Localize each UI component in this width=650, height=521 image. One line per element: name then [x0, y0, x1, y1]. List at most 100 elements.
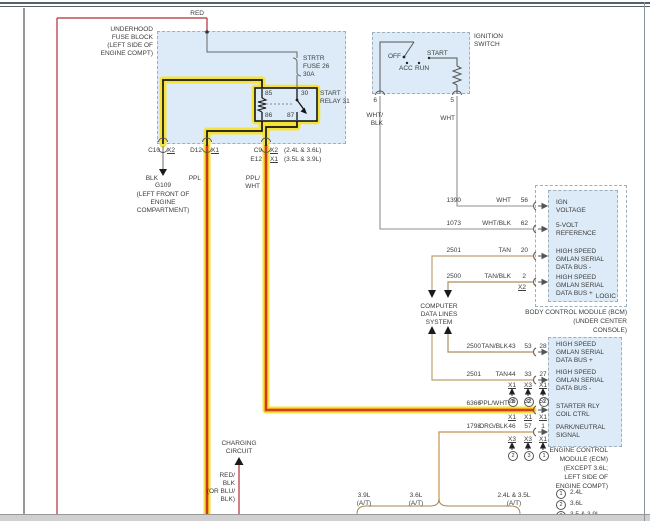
window-right-border	[644, 2, 645, 521]
fuse-block-caption: UNDERHOOD	[110, 26, 153, 34]
highlighted-circuit-orange	[207, 146, 533, 516]
connector-e12-note: (3.5L & 3.9L)	[284, 156, 321, 164]
circuit-num: 1073	[447, 220, 461, 228]
ground-location: COMPARTMENT)	[133, 207, 193, 215]
ecm-row-label: STARTER RLY	[556, 403, 600, 411]
relay-pin-30: 30	[301, 90, 308, 98]
variant-badge: 3	[524, 451, 534, 461]
pin-term: X3	[506, 436, 518, 444]
legend-label: 3.6L	[570, 500, 583, 508]
ecm-caption: MODULE (ECM)	[560, 456, 608, 464]
pin-num: 33	[522, 371, 534, 379]
pin-num: 26	[506, 398, 518, 406]
branch-label: 3.9L	[344, 492, 384, 500]
charging-dest-label: CHARGING	[214, 440, 264, 448]
bcm-row-label: HIGH SPEED	[556, 248, 596, 256]
wire-color: TAN/BLK	[481, 343, 508, 351]
ecm-row-label: DATA BUS -	[556, 385, 591, 393]
bcm-logic-label: LOGIC	[596, 293, 616, 301]
connector-e12: E12	[250, 156, 262, 164]
relay-label: START	[320, 90, 341, 98]
fuse-block-caption: ENGINE COMPT)	[101, 50, 153, 58]
charging-dest-label: CIRCUIT	[214, 448, 264, 456]
ecm-row-label: DATA BUS +	[556, 357, 593, 365]
wire-label-ppl-wht: PPL/	[246, 175, 260, 183]
relay-pin-87: 87	[287, 112, 294, 120]
ecm-row-label: HIGH SPEED	[556, 341, 596, 349]
ecm-row-label: GMLAN SERIAL	[556, 377, 604, 385]
legend-badge: 1	[556, 489, 566, 499]
ecm-row-label: HIGH SPEED	[556, 369, 596, 377]
pin-num: 53	[522, 343, 534, 351]
bcm-row-label: 5-VOLT	[556, 222, 578, 230]
pin-term: X2	[518, 284, 526, 292]
ignition-pin-6: 6	[373, 97, 377, 105]
wire-color: PPL/WHT	[479, 400, 508, 408]
fuse-label: FUSE 26	[303, 63, 329, 71]
pin-num: 1	[537, 423, 549, 431]
ecm-caption: ENGINE CONTROL	[549, 447, 608, 455]
red-feed-wire	[57, 18, 239, 516]
bcm-row-label: HIGH SPEED	[556, 274, 596, 282]
wiring-diagram-canvas[interactable]: RED UNDERHOOD FUSE BLOCK (LEFT SIDE OF E…	[0, 0, 650, 521]
bcm-row-label: DATA BUS -	[556, 264, 591, 272]
pin-term: X1	[506, 382, 518, 390]
circuit-num: 2501	[467, 371, 481, 379]
wire-color: TAN/BLK	[484, 273, 511, 281]
legend-badge: 2	[556, 500, 566, 510]
wire-label-red: RED	[190, 10, 204, 18]
bcm-row-label: VOLTAGE	[556, 207, 586, 215]
ignition-caption: SWITCH	[474, 41, 500, 49]
wire-label-ppl-wht: WHT	[245, 183, 260, 191]
wire-label-red-blk: (OR BLU/	[207, 488, 235, 496]
variant-badge: 1	[539, 451, 549, 461]
ecm-caption: LEFT SIDE OF	[564, 474, 608, 482]
pin-num: 57	[522, 423, 534, 431]
pin-term: X1	[537, 436, 549, 444]
wire-color: TAN	[498, 247, 511, 255]
variant-badge: 2	[508, 451, 518, 461]
connector-e12-term: X1	[270, 156, 278, 164]
circuit-num: 2500	[467, 343, 481, 351]
wire-layer	[0, 0, 650, 521]
highlighted-circuit-red-core	[207, 146, 533, 516]
window-top-border-inner	[0, 6, 650, 7]
pin-term: X1	[537, 414, 549, 422]
ignition-pos-start: START	[427, 50, 448, 58]
fuse-label: STRTR	[303, 55, 325, 63]
wire-label-red-blk: BLK)	[221, 496, 235, 504]
ignition-pos-acc: ACC	[399, 65, 413, 73]
pin-term: X1	[506, 414, 518, 422]
ground-id: G109	[143, 182, 183, 190]
pin-num: 2	[522, 273, 526, 281]
pin-num: 28	[537, 343, 549, 351]
legend-label: 2.4L	[570, 489, 583, 497]
pin-term: X1	[537, 382, 549, 390]
charging-arrow-icon	[235, 457, 244, 465]
ecm-row-label: SIGNAL	[556, 432, 580, 440]
bcm-row-label: GMLAN SERIAL	[556, 256, 604, 264]
wire-label-red-blk: BLK	[223, 480, 235, 488]
pin-term: X3	[522, 436, 534, 444]
bcm-row-label: GMLAN SERIAL	[556, 282, 604, 290]
pin-num: 44	[506, 371, 518, 379]
window-bottom-bar	[0, 514, 650, 521]
wire-color: ORG/BLK	[479, 423, 508, 431]
connector-c9-note: (2.4L & 3.6L)	[284, 147, 321, 155]
wire-label-ppl: PPL	[189, 175, 201, 183]
pin-num: 52	[537, 398, 549, 406]
wire-label-red-blk: RED/	[219, 472, 235, 480]
connector-c9: C9	[254, 147, 262, 155]
data-lines-label: DATA LINES	[408, 311, 470, 319]
fuse-block-caption: (LEFT SIDE OF	[107, 42, 153, 50]
relay-label: RELAY 31	[320, 98, 350, 106]
bcm-row-label: DATA BUS +	[556, 290, 593, 298]
connector-c10-term: X2	[167, 147, 175, 155]
circuit-num: 1390	[447, 197, 461, 205]
ground-location: (LEFT FRONT OF	[133, 191, 193, 199]
branch-label: (A/T)	[479, 500, 549, 508]
bcm-caption: (UNDER CENTER	[573, 318, 627, 326]
circuit-num: 2500	[447, 273, 461, 281]
pin-num: 20	[521, 247, 528, 255]
fuse-block-caption: FUSE BLOCK	[112, 34, 153, 42]
